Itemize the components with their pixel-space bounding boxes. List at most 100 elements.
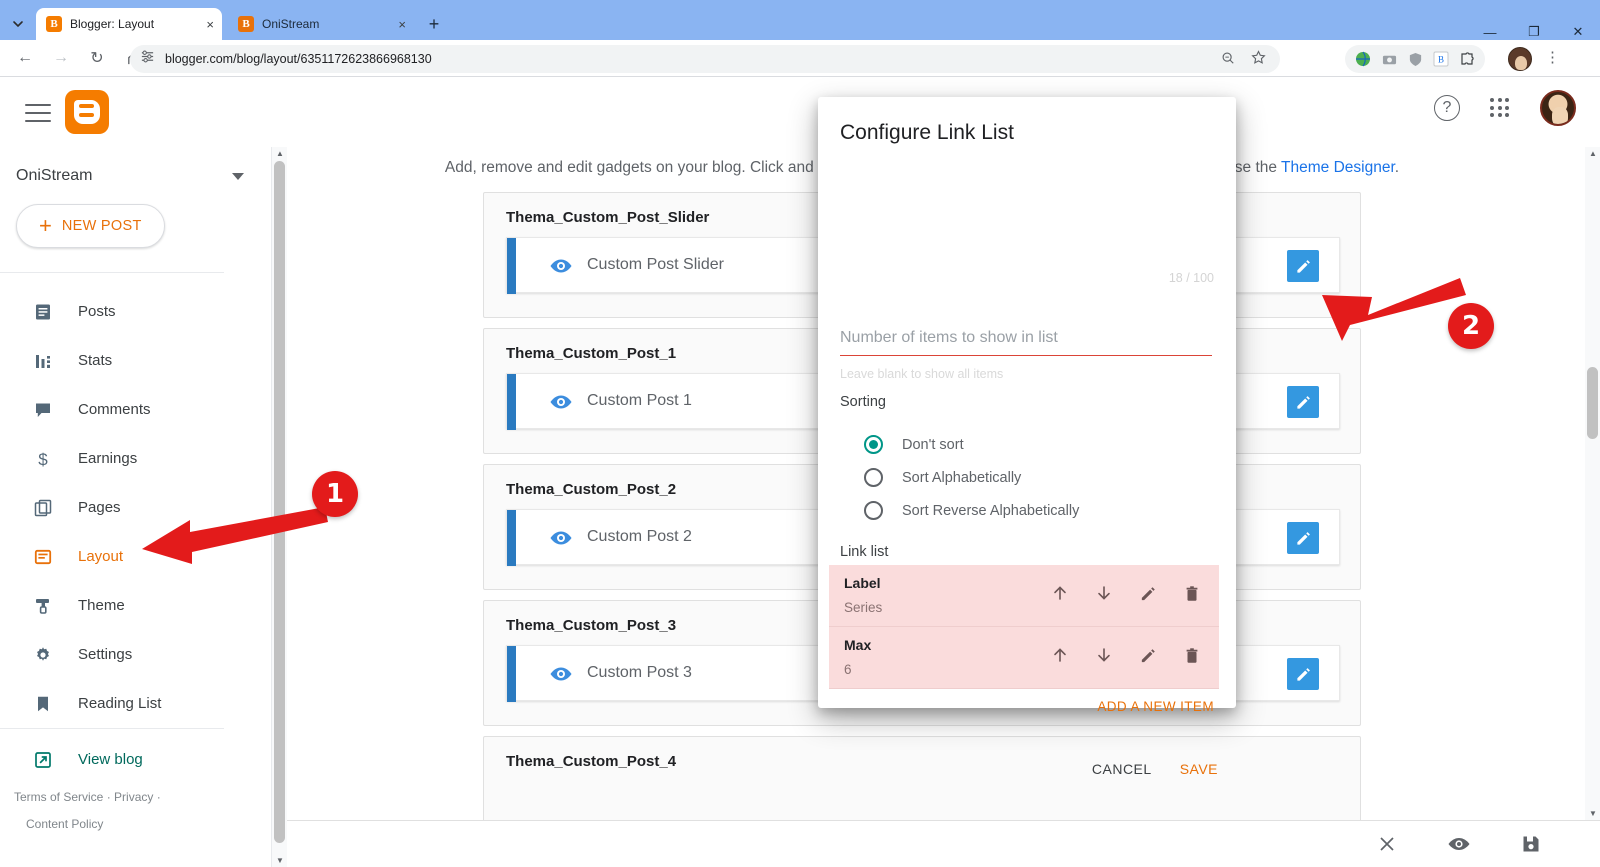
number-of-items-input[interactable] xyxy=(840,329,1212,356)
browser-tab-1[interactable]: B OniStream × xyxy=(228,8,414,40)
chevron-down-icon xyxy=(232,172,244,180)
scroll-up-arrow-icon[interactable]: ▲ xyxy=(1589,149,1597,158)
blogger-logo[interactable] xyxy=(65,90,109,134)
forward-icon[interactable]: → xyxy=(46,43,76,73)
save-button[interactable]: SAVE xyxy=(1180,761,1218,777)
sidebar-item-reading-list[interactable]: Reading List xyxy=(0,679,272,728)
sidebar-footer-links: Terms of Service · Privacy · Content Pol… xyxy=(14,784,264,838)
radio-dont-sort[interactable]: Don't sort xyxy=(864,428,1079,461)
globe-extension-icon[interactable] xyxy=(1353,49,1373,69)
app-bar-actions: ? xyxy=(1434,90,1576,126)
content-policy-link[interactable]: Content Policy xyxy=(14,811,264,838)
apps-grid-icon[interactable] xyxy=(1490,98,1510,118)
sidebar-item-settings[interactable]: Settings xyxy=(0,630,272,679)
hamburger-menu-icon[interactable] xyxy=(24,98,52,126)
pencil-edit-icon[interactable] xyxy=(1137,644,1159,666)
trash-delete-icon[interactable] xyxy=(1181,644,1203,666)
main-scrollbar[interactable]: ▲ ▼ xyxy=(1585,147,1600,820)
sidebar-item-pages[interactable]: Pages xyxy=(0,483,272,532)
add-a-new-item-button[interactable]: ADD A NEW ITEM xyxy=(1097,699,1214,714)
eye-preview-icon[interactable] xyxy=(1446,831,1472,857)
radio-selected-icon xyxy=(864,435,883,454)
sidebar-item-comments[interactable]: Comments xyxy=(0,385,272,434)
address-bar[interactable]: blogger.com/blog/layout/6351172623866968… xyxy=(130,45,1280,73)
help-circle-icon[interactable]: ? xyxy=(1434,95,1460,121)
gadget-section-title: Thema_Custom_Post_2 xyxy=(506,481,677,498)
sidebar-item-label: Pages xyxy=(78,499,121,516)
sidebar-item-layout[interactable]: Layout xyxy=(0,532,272,581)
user-avatar[interactable] xyxy=(1540,90,1576,126)
link-item-label: Label xyxy=(844,575,881,591)
radio-sort-reverse-alphabetically[interactable]: Sort Reverse Alphabetically xyxy=(864,494,1079,527)
gadget-edit-button[interactable] xyxy=(1287,386,1319,418)
sidebar-item-posts[interactable]: Posts xyxy=(0,287,272,336)
terms-link[interactable]: Terms of Service xyxy=(14,790,103,804)
sidebar-item-stats[interactable]: Stats xyxy=(0,336,272,385)
screen-root: B Blogger: Layout × B OniStream × + — ❐ … xyxy=(0,0,1600,867)
link-list-item[interactable]: Max 6 xyxy=(829,627,1219,689)
kebab-menu-icon[interactable]: ⋮ xyxy=(1545,48,1560,68)
gadget-edit-button[interactable] xyxy=(1287,658,1319,690)
trash-delete-icon[interactable] xyxy=(1181,582,1203,604)
scroll-down-arrow-icon[interactable]: ▼ xyxy=(1589,809,1597,818)
sidebar-item-theme[interactable]: Theme xyxy=(0,581,272,630)
new-post-button[interactable]: + NEW POST xyxy=(16,204,165,248)
blogger-extension-icon[interactable]: B xyxy=(1431,49,1451,69)
tab-close-icon[interactable]: × xyxy=(206,18,214,31)
puzzle-extension-icon[interactable] xyxy=(1457,49,1477,69)
browser-tab-0[interactable]: B Blogger: Layout × xyxy=(36,8,222,40)
radio-sort-alphabetically[interactable]: Sort Alphabetically xyxy=(864,461,1079,494)
link-item-value: 6 xyxy=(844,662,852,677)
eye-icon xyxy=(549,391,573,413)
link-item-label: Max xyxy=(844,637,872,653)
sidebar-scrollbar[interactable]: ▲ ▼ xyxy=(272,147,287,867)
privacy-link[interactable]: Privacy xyxy=(114,790,153,804)
arrow-up-icon[interactable] xyxy=(1049,582,1071,604)
svg-text:B: B xyxy=(1438,55,1444,65)
tune-icon[interactable] xyxy=(140,49,155,69)
radio-label: Sort Reverse Alphabetically xyxy=(902,502,1080,519)
plus-icon: + xyxy=(39,213,52,238)
arrow-up-icon[interactable] xyxy=(1049,644,1071,666)
link-list-items: Label Series Max 6 xyxy=(829,565,1219,689)
shield-extension-icon[interactable] xyxy=(1405,49,1425,69)
camera-extension-icon[interactable] xyxy=(1379,49,1399,69)
new-tab-button[interactable]: + xyxy=(422,12,446,36)
star-icon[interactable] xyxy=(1251,50,1266,68)
sidebar-item-earnings[interactable]: $ Earnings xyxy=(0,434,272,483)
gadget-edit-button[interactable] xyxy=(1287,250,1319,282)
main-scrollbar-thumb[interactable] xyxy=(1587,367,1598,439)
layout-icon xyxy=(32,546,54,568)
cancel-button[interactable]: CANCEL xyxy=(1092,761,1152,777)
gadget-accent-bar xyxy=(507,374,516,430)
gadget-section-title: Thema_Custom_Post_Slider xyxy=(506,209,710,226)
annotation-badge-1: 1 xyxy=(312,471,358,517)
reading-list-bookmark-icon xyxy=(32,693,54,715)
chevron-down-icon[interactable] xyxy=(4,10,32,38)
number-of-items-field[interactable] xyxy=(840,329,1212,356)
settings-gear-icon xyxy=(32,644,54,666)
back-icon[interactable]: ← xyxy=(10,43,40,73)
theme-designer-link[interactable]: Theme Designer xyxy=(1281,159,1395,176)
chrome-profile-avatar[interactable] xyxy=(1508,47,1532,71)
scroll-down-arrow-icon[interactable]: ▼ xyxy=(276,856,284,865)
link-list-item[interactable]: Label Series xyxy=(829,565,1219,627)
arrow-down-icon[interactable] xyxy=(1093,582,1115,604)
arrow-down-icon[interactable] xyxy=(1093,644,1115,666)
gadget-edit-button[interactable] xyxy=(1287,522,1319,554)
close-x-icon[interactable] xyxy=(1374,831,1400,857)
scroll-up-arrow-icon[interactable]: ▲ xyxy=(276,149,284,158)
pencil-edit-icon[interactable] xyxy=(1137,582,1159,604)
theme-brush-icon xyxy=(32,595,54,617)
blog-switcher[interactable]: OniStream xyxy=(16,161,256,191)
gadget-widget-name: Custom Post Slider xyxy=(587,256,724,273)
reload-icon[interactable]: ↻ xyxy=(82,43,112,73)
zoom-search-icon[interactable] xyxy=(1221,51,1235,68)
gadget-accent-bar xyxy=(507,238,516,294)
comments-icon xyxy=(32,399,54,421)
sidebar-item-view-blog[interactable]: View blog xyxy=(0,735,272,784)
sidebar-scrollbar-thumb[interactable] xyxy=(274,161,285,843)
save-disk-icon[interactable] xyxy=(1518,831,1544,857)
radio-unselected-icon xyxy=(864,501,883,520)
tab-close-icon[interactable]: × xyxy=(398,18,406,31)
